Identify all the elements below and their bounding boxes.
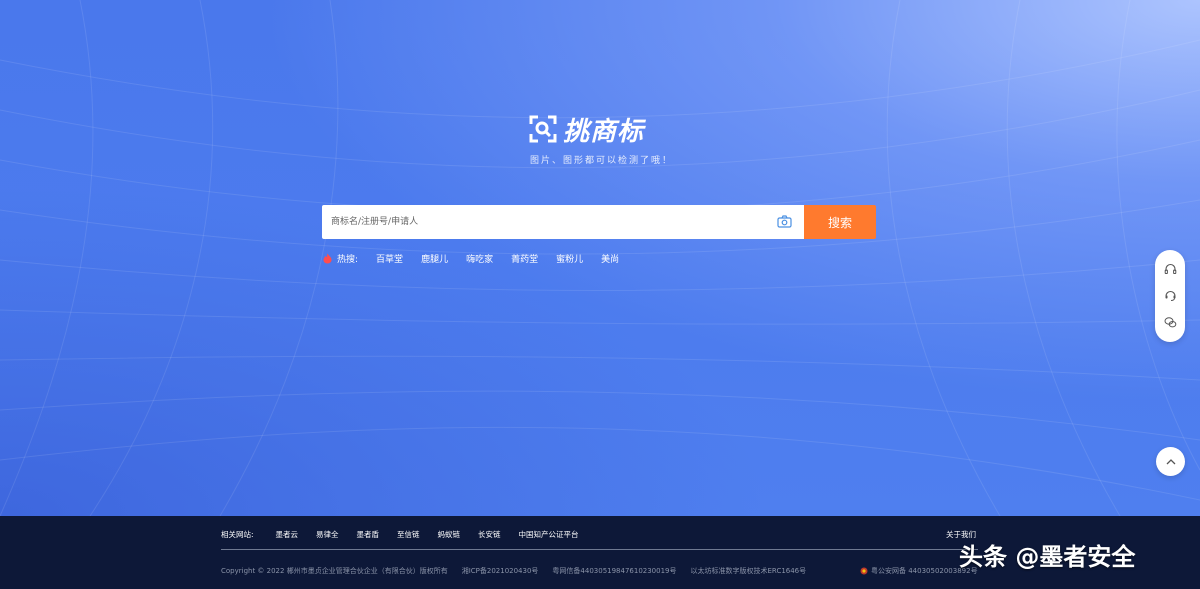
police-badge-icon <box>860 567 868 575</box>
telecom-record: 粤网信备44030519847610230019号 <box>552 567 677 575</box>
related-link[interactable]: 墨者云 <box>276 529 299 540</box>
camera-icon[interactable] <box>777 215 792 228</box>
hot-searches: 热搜: 百草堂 鹿腿儿 嗨吃家 菁药堂 蜜粉儿 美尚 <box>322 252 637 265</box>
logo-scan-icon <box>529 115 557 143</box>
footer-divider <box>221 549 978 550</box>
related-label: 相关网站: <box>221 530 254 539</box>
related-sites: 相关网站: 墨者云 易律全 墨者盾 至信链 蚂蚁链 长安链 中国知产公证平台 <box>221 529 597 540</box>
copyright-row: Copyright © 2022 郴州市墨贞企业管理合伙企业（有限合伙）版权所有… <box>221 566 820 576</box>
related-link[interactable]: 易律全 <box>316 529 339 540</box>
tech-record: 以太坊标准数字版权技术ERC1646号 <box>690 567 807 575</box>
search-button[interactable]: 搜索 <box>804 205 876 239</box>
hot-item[interactable]: 蜜粉儿 <box>556 252 583 265</box>
slogan: 图片、图形都可以检测了哦！ <box>530 156 674 166</box>
logo-text: 挑商标 <box>563 116 645 147</box>
related-link[interactable]: 蚂蚁链 <box>438 529 461 540</box>
icp-record[interactable]: 湘ICP备2021020430号 <box>462 566 539 576</box>
hot-item[interactable]: 嗨吃家 <box>466 252 493 265</box>
related-link[interactable]: 至信链 <box>397 529 420 540</box>
chevron-up-icon <box>1166 459 1175 465</box>
support-icon[interactable] <box>1164 289 1177 302</box>
hot-item[interactable]: 鹿腿儿 <box>421 252 448 265</box>
fire-icon <box>323 253 332 264</box>
headset-icon[interactable] <box>1164 263 1177 276</box>
back-to-top-button[interactable] <box>1156 447 1185 476</box>
hot-label: 热搜: <box>337 255 359 265</box>
hero-banner: 挑商标 图片、图形都可以检测了哦！ 搜索 热搜: 百草堂 鹿腿儿 嗨吃家 菁药堂… <box>0 0 1200 516</box>
related-link[interactable]: 长安链 <box>478 529 501 540</box>
watermark: 头条 @墨者安全 <box>959 543 1136 571</box>
wechat-icon[interactable] <box>1164 316 1177 329</box>
related-link[interactable]: 墨者盾 <box>357 529 380 540</box>
brand-logo[interactable]: 挑商标 <box>529 114 644 147</box>
hot-item[interactable]: 美尚 <box>601 252 619 265</box>
search-box <box>322 205 804 239</box>
search-input[interactable] <box>322 205 762 239</box>
hot-item[interactable]: 百草堂 <box>376 252 403 265</box>
copyright-text: Copyright © 2022 郴州市墨贞企业管理合伙企业（有限合伙）版权所有 <box>221 567 448 575</box>
related-link[interactable]: 中国知产公证平台 <box>519 529 579 540</box>
side-toolbar <box>1155 250 1185 342</box>
hot-item[interactable]: 菁药堂 <box>511 252 538 265</box>
